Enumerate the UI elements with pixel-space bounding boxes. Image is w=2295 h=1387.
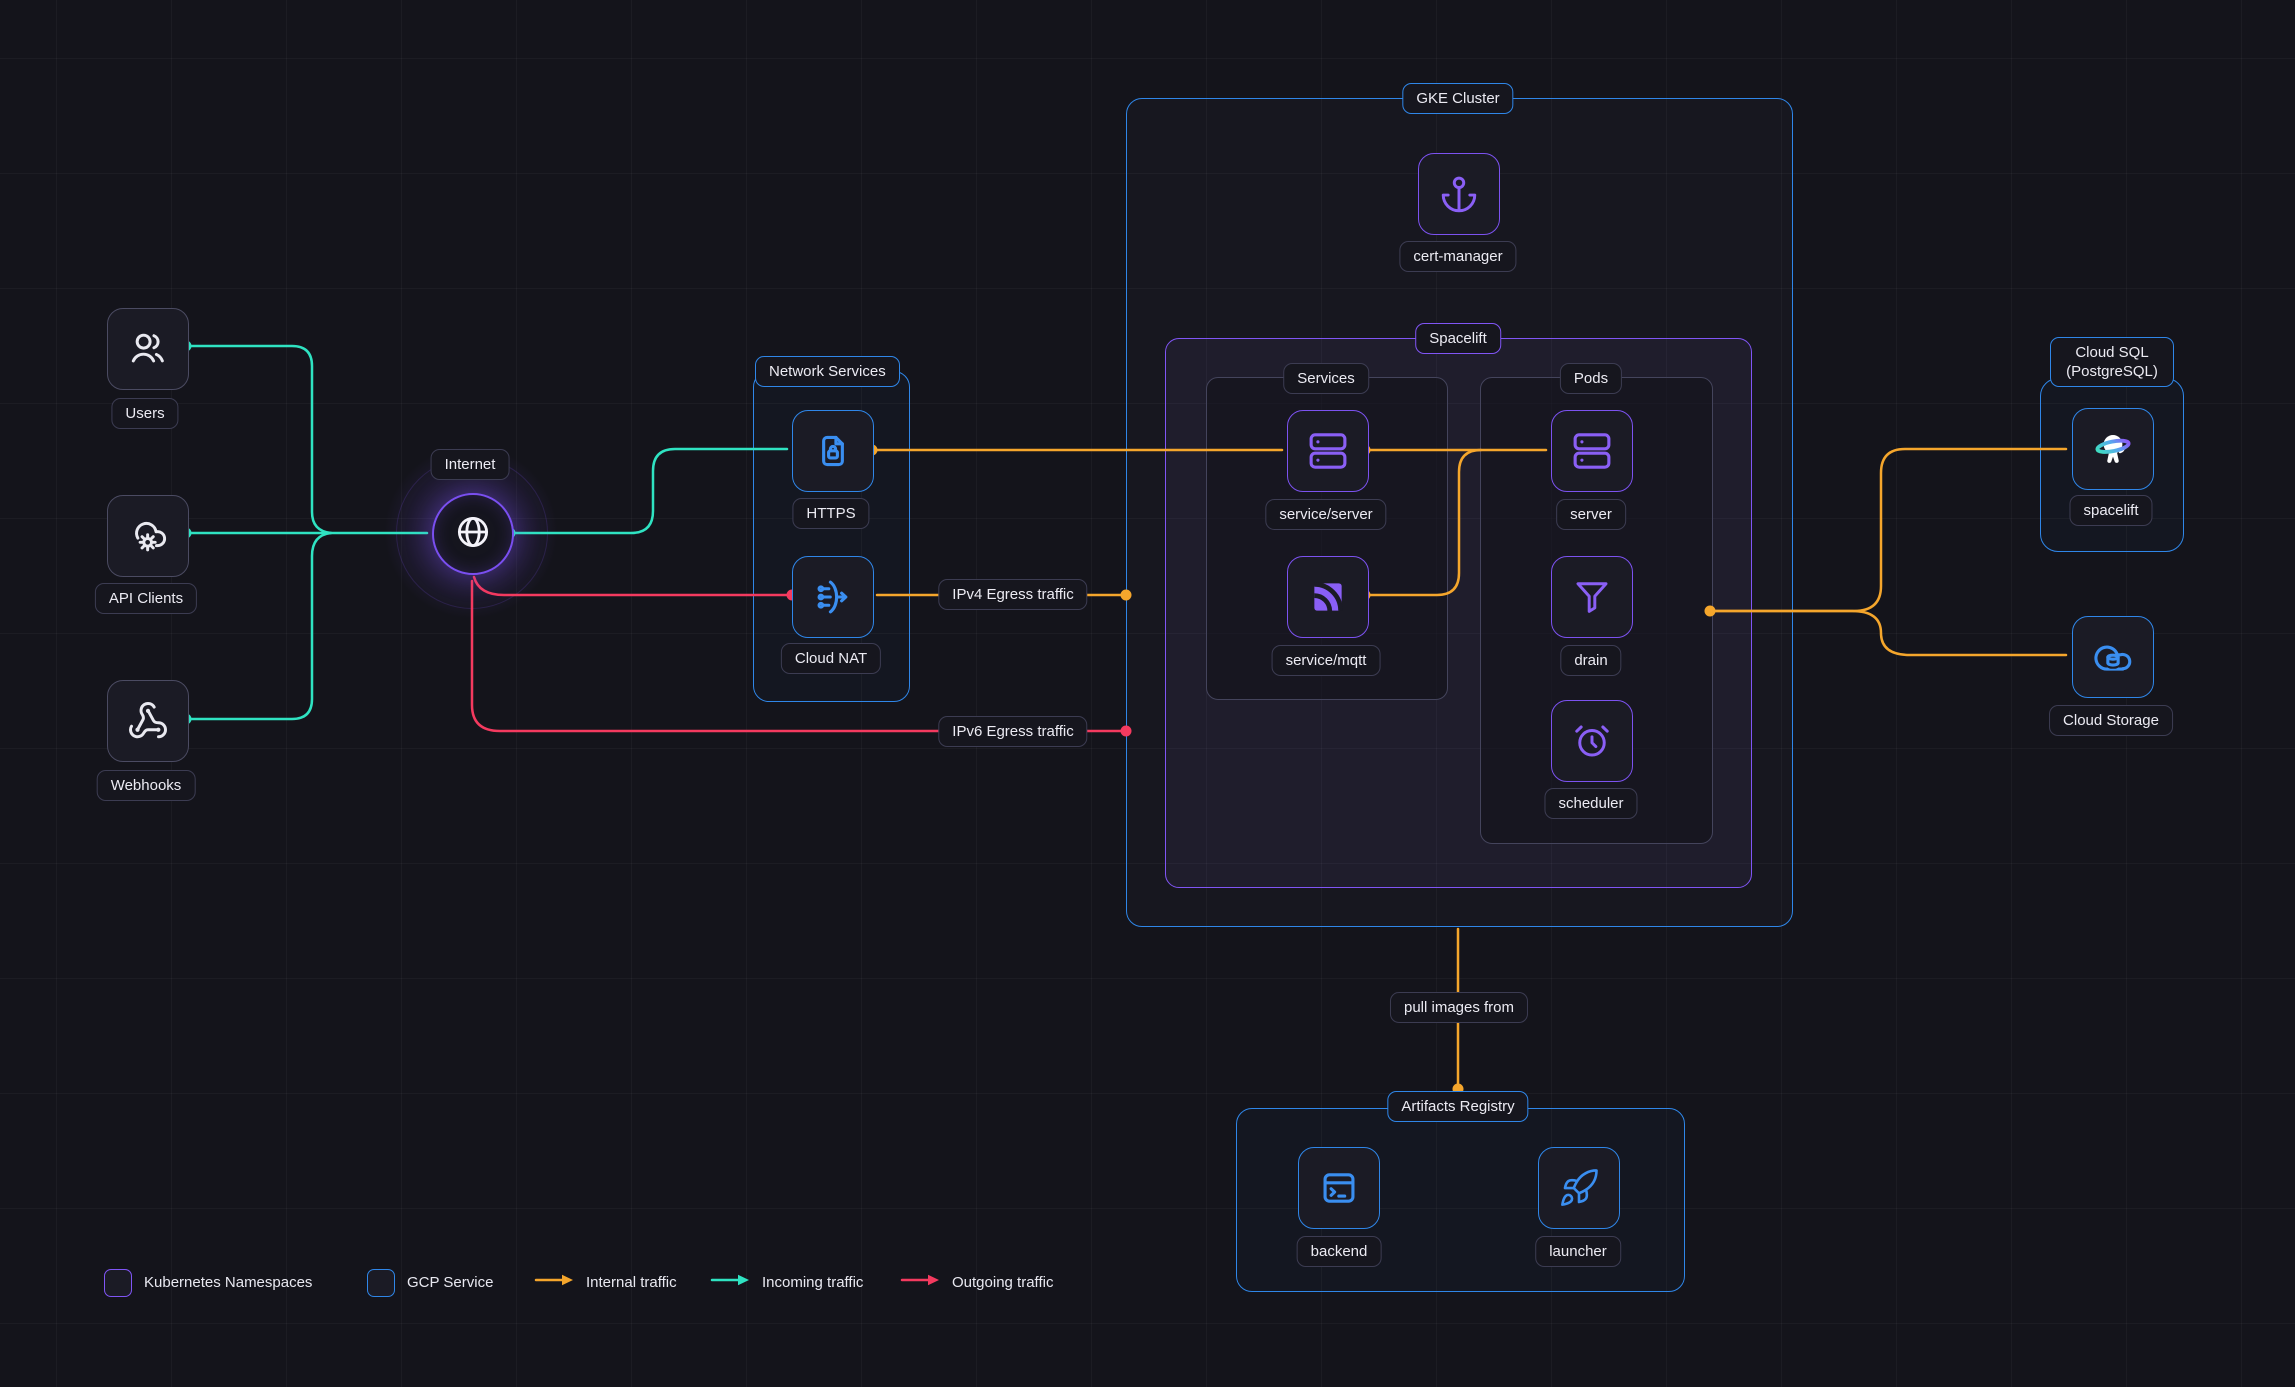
- nat-icon: [811, 575, 855, 619]
- cloud-database-icon: [2091, 635, 2135, 679]
- node-label-internet: Internet: [431, 449, 510, 480]
- node-label-server-pod: server: [1556, 499, 1626, 530]
- edge-label-pull-images: pull images from: [1390, 992, 1528, 1023]
- node-api-clients: [107, 495, 189, 577]
- edge-pods-cloud-storage: [1710, 611, 2066, 655]
- server-icon: [1570, 429, 1614, 473]
- architecture-diagram: Users API Clients Webhooks Internet Netw…: [0, 0, 2295, 1387]
- node-label-drain-pod: drain: [1560, 645, 1621, 676]
- node-label-backend: backend: [1297, 1236, 1382, 1267]
- globe-icon: [454, 513, 492, 556]
- group-label-spacelift: Spacelift: [1415, 323, 1501, 354]
- legend-incoming-traffic: Incoming traffic: [710, 1269, 863, 1296]
- terminal-icon: [1317, 1166, 1361, 1210]
- edge-users-internet: [186, 346, 331, 533]
- node-users: [107, 308, 189, 390]
- edge-internet-https: [510, 449, 787, 533]
- cloud-gear-icon: [127, 515, 169, 557]
- node-launcher: [1538, 1147, 1620, 1229]
- node-service-server: [1287, 410, 1369, 492]
- node-label-users: Users: [111, 398, 178, 429]
- node-label-spacelift-db: spacelift: [2069, 495, 2152, 526]
- edge-label-ipv6-egress: IPv6 Egress traffic: [938, 716, 1087, 747]
- mqtt-rss-icon: [1307, 576, 1349, 618]
- users-icon: [127, 328, 169, 370]
- node-cloud-nat: [792, 556, 874, 638]
- node-label-https: HTTPS: [792, 498, 869, 529]
- node-label-service-mqtt: service/mqtt: [1272, 645, 1381, 676]
- group-label-pods: Pods: [1560, 363, 1622, 394]
- node-label-service-server: service/server: [1265, 499, 1386, 530]
- node-internet: [432, 493, 514, 575]
- group-label-artifacts-registry: Artifacts Registry: [1387, 1091, 1528, 1122]
- node-cert-manager: [1418, 153, 1500, 235]
- group-label-network-services: Network Services: [755, 356, 900, 387]
- server-icon: [1306, 429, 1350, 473]
- incoming-traffic-arrow-icon: [710, 1273, 750, 1292]
- node-backend: [1298, 1147, 1380, 1229]
- group-label-services: Services: [1283, 363, 1369, 394]
- node-scheduler-pod: [1551, 700, 1633, 782]
- legend-label: Kubernetes Namespaces: [144, 1274, 312, 1291]
- internal-traffic-arrow-icon: [534, 1273, 574, 1292]
- funnel-icon: [1571, 576, 1613, 618]
- node-label-cloud-nat: Cloud NAT: [781, 643, 881, 674]
- node-label-api-clients: API Clients: [95, 583, 197, 614]
- kubernetes-namespace-swatch: [104, 1269, 132, 1297]
- rocket-icon: [1558, 1167, 1600, 1209]
- outgoing-traffic-arrow-icon: [900, 1273, 940, 1292]
- node-service-mqtt: [1287, 556, 1369, 638]
- legend-outgoing-traffic: Outgoing traffic: [900, 1269, 1053, 1296]
- alarm-clock-icon: [1571, 720, 1613, 762]
- node-cloud-storage: [2072, 616, 2154, 698]
- group-label-gke-cluster: GKE Cluster: [1402, 83, 1513, 114]
- traffic-wires: [0, 0, 2295, 1387]
- legend-label: GCP Service: [407, 1274, 493, 1291]
- node-drain-pod: [1551, 556, 1633, 638]
- gcp-service-swatch: [367, 1269, 395, 1297]
- anchor-icon: [1438, 173, 1480, 215]
- file-lock-icon: [811, 429, 855, 473]
- node-spacelift-db: [2072, 408, 2154, 490]
- node-label-cert-manager: cert-manager: [1399, 241, 1516, 272]
- node-label-webhooks: Webhooks: [97, 770, 196, 801]
- legend-label: Internal traffic: [586, 1274, 677, 1291]
- webhook-icon: [127, 700, 169, 742]
- node-label-launcher: launcher: [1535, 1236, 1621, 1267]
- legend-label: Outgoing traffic: [952, 1274, 1053, 1291]
- node-label-cloud-storage: Cloud Storage: [2049, 705, 2173, 736]
- legend-kubernetes-namespaces: Kubernetes Namespaces: [104, 1269, 312, 1296]
- group-label-cloud-sql: Cloud SQL (PostgreSQL): [2050, 337, 2174, 387]
- spacelift-logo: [2090, 426, 2136, 472]
- legend-internal-traffic: Internal traffic: [534, 1269, 677, 1296]
- legend-gcp-service: GCP Service: [367, 1269, 493, 1296]
- edge-pods-cloud-sql: [1710, 449, 2066, 611]
- edge-label-ipv4-egress: IPv4 Egress traffic: [938, 579, 1087, 610]
- node-webhooks: [107, 680, 189, 762]
- node-server-pod: [1551, 410, 1633, 492]
- node-https: [792, 410, 874, 492]
- node-label-scheduler-pod: scheduler: [1544, 788, 1637, 819]
- edge-cloudnat-internet: [474, 577, 792, 595]
- legend-label: Incoming traffic: [762, 1274, 863, 1291]
- edge-webhooks-internet: [186, 533, 331, 719]
